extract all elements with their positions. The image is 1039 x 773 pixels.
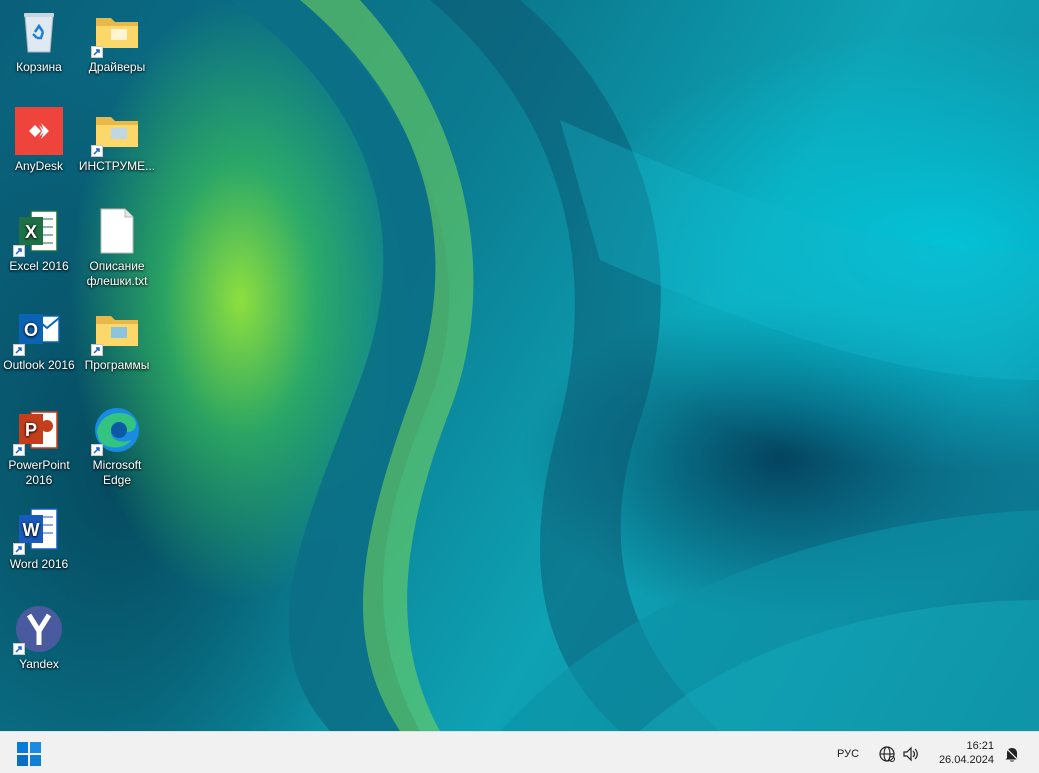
desktop: Корзина Драйверы AnyDesk ИНСТРУМЕ... X E…	[0, 0, 1039, 731]
shortcut-arrow-icon	[13, 344, 25, 356]
desktop-icon-label: Microsoft Edge	[92, 458, 142, 487]
desktop-icon-label: AnyDesk	[14, 159, 64, 173]
desktop-icon-label: Word 2016	[9, 557, 69, 571]
yandex-browser-icon	[13, 603, 65, 655]
folder-shortcut-icon	[91, 304, 143, 356]
folder-shortcut-icon	[91, 105, 143, 157]
desktop-icon-label: Yandex	[19, 657, 59, 671]
desktop-icon-outlook[interactable]: O Outlook 2016	[0, 300, 78, 373]
notification-bell-icon[interactable]	[1003, 745, 1021, 768]
desktop-icon-label: PowerPoint 2016	[8, 458, 70, 487]
desktop-icon-edge[interactable]: Microsoft Edge	[78, 400, 156, 488]
desktop-icon-programs-folder[interactable]: Программы	[78, 300, 156, 373]
clock[interactable]: 16:21 26.04.2024	[928, 739, 994, 767]
excel-icon: X	[13, 205, 65, 257]
desktop-icon-label: Описание флешки.txt	[86, 259, 148, 288]
svg-text:W: W	[23, 520, 40, 540]
shortcut-arrow-icon	[91, 46, 103, 58]
shortcut-arrow-icon	[91, 444, 103, 456]
desktop-icon-anydesk[interactable]: AnyDesk	[0, 101, 78, 174]
desktop-icon-label: ИНСТРУМЕ...	[78, 159, 156, 173]
folder-shortcut-icon	[91, 6, 143, 58]
anydesk-icon	[13, 105, 65, 157]
desktop-icon-label: Outlook 2016	[3, 358, 75, 372]
shortcut-arrow-icon	[13, 543, 25, 555]
windows-start-icon[interactable]	[16, 741, 42, 767]
desktop-icon-label: Программы	[84, 358, 150, 372]
volume-icon[interactable]	[902, 745, 920, 768]
desktop-icon-drivers[interactable]: Драйверы	[78, 2, 156, 75]
powerpoint-icon: P	[13, 404, 65, 456]
desktop-icon-yandex[interactable]: Yandex	[0, 599, 78, 672]
desktop-icon-powerpoint[interactable]: P PowerPoint 2016	[0, 400, 78, 488]
shortcut-arrow-icon	[91, 145, 103, 157]
outlook-icon: O	[13, 304, 65, 356]
desktop-icon-text-file[interactable]: Описание флешки.txt	[78, 201, 156, 289]
desktop-icon-label: Корзина	[16, 60, 62, 74]
desktop-icon-label: Драйверы	[88, 60, 146, 74]
desktop-icon-label: Excel 2016	[9, 259, 69, 273]
text-file-icon	[91, 205, 143, 257]
network-globe-icon[interactable]	[878, 745, 896, 768]
word-icon: W	[13, 503, 65, 555]
svg-text:O: O	[24, 320, 38, 340]
svg-text:X: X	[25, 222, 37, 242]
svg-text:P: P	[25, 420, 37, 440]
edge-icon	[91, 404, 143, 456]
input-language-indicator[interactable]: РУС	[837, 748, 859, 760]
shortcut-arrow-icon	[13, 444, 25, 456]
shortcut-arrow-icon	[13, 643, 25, 655]
desktop-icon-recycle-bin[interactable]: Корзина	[0, 2, 78, 75]
desktop-icon-word[interactable]: W Word 2016	[0, 499, 78, 572]
desktop-icon-tools-folder[interactable]: ИНСТРУМЕ...	[78, 101, 156, 174]
clock-time: 16:21	[966, 740, 994, 752]
desktop-icon-excel[interactable]: X Excel 2016	[0, 201, 78, 274]
clock-date: 26.04.2024	[938, 754, 994, 766]
taskbar: РУС 16:21 26.04.2024	[0, 731, 1039, 773]
shortcut-arrow-icon	[13, 245, 25, 257]
shortcut-arrow-icon	[91, 344, 103, 356]
recycle-bin-icon	[13, 6, 65, 58]
